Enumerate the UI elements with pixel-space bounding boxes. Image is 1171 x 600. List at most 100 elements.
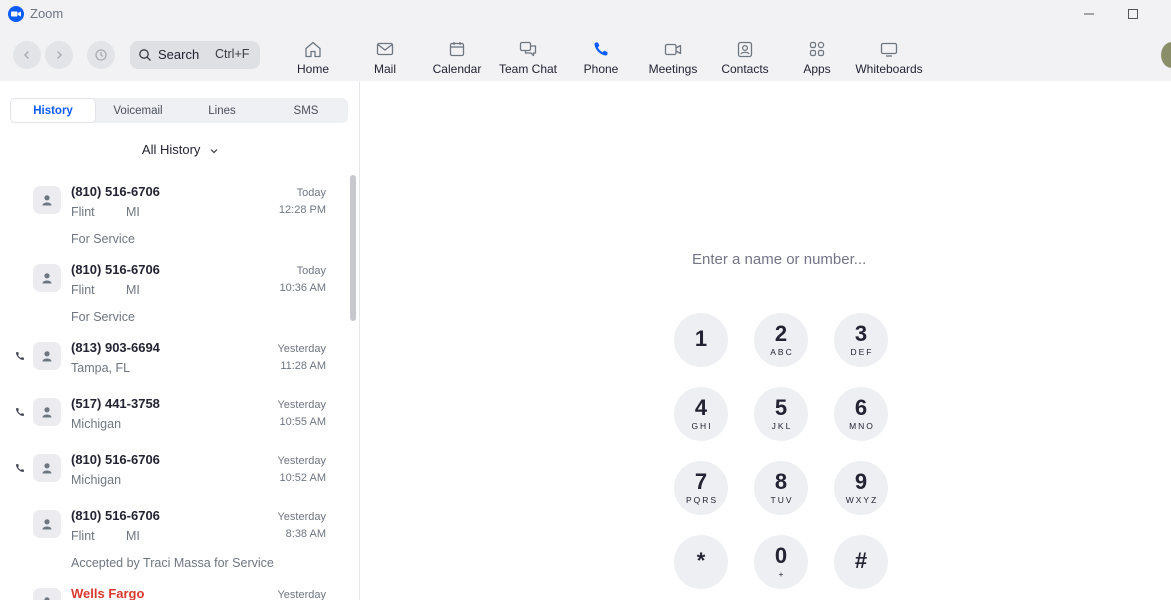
history-item[interactable]: (517) 441-3758 Michigan Yesterday 10:55 … (0, 388, 345, 444)
history-date: Yesterday (277, 399, 326, 411)
tab-voicemail[interactable]: Voicemail (96, 98, 180, 123)
tab-phone[interactable]: Phone (580, 28, 622, 81)
person-icon (42, 351, 52, 362)
history-time: 8:38 AM (285, 528, 326, 540)
dial-key-2[interactable]: 2 ABC (754, 313, 808, 367)
search-label: Search (158, 47, 200, 62)
tab-whiteboards[interactable]: Whiteboards (853, 28, 925, 81)
outgoing-call-icon (15, 352, 24, 361)
contacts-icon (735, 40, 755, 58)
chevron-left-icon (24, 51, 29, 59)
dial-key-8[interactable]: 8 TUV (754, 461, 808, 515)
dial-key-0[interactable]: 0 + (754, 535, 808, 589)
search-icon (139, 49, 151, 61)
clock-history-icon (95, 49, 107, 61)
calendar-icon (447, 40, 467, 58)
tab-team-chat[interactable]: Team Chat (498, 28, 558, 81)
person-icon (42, 407, 52, 418)
phone-icon (591, 40, 611, 58)
title-bar: Zoom (0, 0, 1171, 28)
tab-contacts[interactable]: Contacts (718, 28, 772, 81)
history-number: Wells Fargo (71, 586, 145, 600)
history-location: Flint (71, 205, 95, 219)
history-location: Michigan (71, 417, 122, 431)
search-input[interactable]: Search Ctrl+F (130, 41, 260, 69)
history-note: For Service (71, 310, 135, 324)
person-icon (44, 597, 50, 600)
dial-key-3[interactable]: 3 DEF (834, 313, 888, 367)
tab-home[interactable]: Home (293, 28, 333, 81)
dial-key-6[interactable]: 6 MNO (834, 387, 888, 441)
history-state: MI (126, 205, 140, 219)
history-number: (810) 516-6706 (71, 508, 160, 523)
video-icon (663, 40, 683, 58)
minimize-button[interactable] (1066, 0, 1112, 28)
search-shortcut: Ctrl+F (215, 47, 250, 61)
mail-icon (375, 40, 395, 58)
chat-icon (518, 40, 538, 58)
history-scrollbar[interactable] (350, 175, 356, 321)
dial-key-1[interactable]: 1 (674, 313, 728, 367)
history-note: For Service (71, 232, 135, 246)
tab-calendar[interactable]: Calendar (430, 28, 484, 81)
history-item[interactable]: Wells Fargo Yesterday (0, 578, 345, 600)
history-number: (810) 516-6706 (71, 262, 160, 277)
dial-key-9[interactable]: 9 WXYZ (834, 461, 888, 515)
tab-meetings[interactable]: Meetings (646, 28, 700, 81)
history-filter-label: All History (141, 142, 201, 157)
history-time: 10:36 AM (279, 282, 326, 294)
back-button[interactable] (13, 41, 41, 69)
profile-avatar[interactable] (1161, 42, 1171, 68)
history-date: Yesterday (277, 589, 326, 600)
history-time: 10:55 AM (279, 416, 326, 428)
dial-key-4[interactable]: 4 GHI (674, 387, 728, 441)
history-item[interactable]: (813) 903-6694 Tampa, FL Yesterday 11:28… (0, 332, 345, 388)
tab-mail[interactable]: Mail (365, 28, 405, 81)
main-toolbar: Search Ctrl+F Home Mail Calendar Team Ch… (0, 28, 1171, 81)
home-icon (303, 40, 323, 58)
maximize-button[interactable] (1110, 0, 1156, 28)
history-location: Flint (71, 283, 95, 297)
dial-key-star[interactable]: * (674, 535, 728, 589)
tab-apps[interactable]: Apps (797, 28, 837, 81)
tab-sms[interactable]: SMS (264, 98, 348, 123)
history-item[interactable]: (810) 516-6706 Flint MI Today 12:28 PM F… (0, 176, 345, 254)
contact-avatar (33, 186, 61, 214)
history-date: Today (296, 265, 326, 277)
tab-history[interactable]: History (10, 98, 96, 123)
history-note: Accepted by Traci Massa for Service (71, 556, 274, 570)
history-time: 12:28 PM (278, 204, 326, 216)
dial-key-hash[interactable]: # (834, 535, 888, 589)
history-date: Yesterday (277, 455, 326, 467)
contact-avatar (33, 342, 61, 370)
person-icon (42, 195, 52, 206)
history-button[interactable] (87, 41, 115, 69)
history-number: (810) 516-6706 (71, 452, 160, 467)
contact-avatar (33, 398, 61, 426)
forward-button[interactable] (45, 41, 73, 69)
history-item[interactable]: (810) 516-6706 Flint MI Yesterday 8:38 A… (0, 500, 345, 578)
history-state: MI (126, 283, 140, 297)
zoom-logo-icon (8, 6, 24, 22)
history-date: Yesterday (277, 511, 326, 523)
person-icon (42, 463, 52, 474)
history-filter-dropdown[interactable]: All History (0, 142, 360, 157)
dial-key-7[interactable]: 7 PQRS (674, 461, 728, 515)
tab-lines[interactable]: Lines (180, 98, 264, 123)
outgoing-call-icon (15, 464, 24, 473)
history-item[interactable]: (810) 516-6706 Flint MI Today 10:36 AM F… (0, 254, 345, 332)
history-state: MI (126, 529, 140, 543)
history-number: (517) 441-3758 (71, 396, 160, 411)
history-time: 11:28 AM (280, 360, 326, 372)
contact-avatar (33, 510, 61, 538)
person-icon (42, 273, 52, 284)
dial-key-5[interactable]: 5 JKL (754, 387, 808, 441)
history-time: 10:52 AM (279, 472, 326, 484)
phone-tabs: History Voicemail Lines SMS (10, 98, 348, 123)
chevron-right-icon (57, 51, 62, 59)
history-location: Flint (71, 529, 95, 543)
history-item[interactable]: (810) 516-6706 Michigan Yesterday 10:52 … (0, 444, 345, 500)
history-location: Tampa, FL (71, 361, 131, 375)
dial-number-input[interactable]: Enter a name or number... (692, 251, 866, 268)
history-number: (810) 516-6706 (71, 184, 160, 199)
